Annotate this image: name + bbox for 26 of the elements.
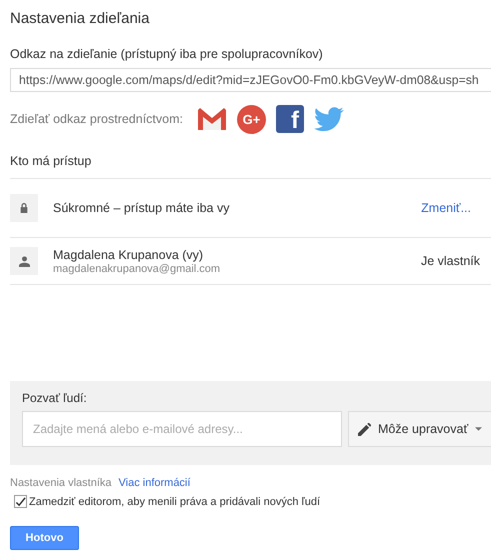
change-link[interactable]: Zmeniť...: [421, 201, 471, 215]
role-text: Je vlastník: [420, 254, 480, 268]
permission-dropdown[interactable]: Môže upravovať: [348, 411, 491, 447]
person-icon: [10, 247, 38, 275]
access-title: Súkromné – prístup máte iba vy: [53, 201, 230, 215]
access-title: Magdalena Krupanova (vy): [53, 248, 204, 262]
invite-label: Pozvať ľudí:: [22, 391, 88, 405]
option-label: Zamedziť editorom, aby menili práva a pridávali nových ľudí: [29, 496, 320, 508]
link-field[interactable]: https://www.google.com/maps/d/edit?mid=zJEGovO0-Fm0.kbGVeyW-dm08&usp=sh: [10, 68, 491, 92]
google-plus-icon[interactable]: G+: [237, 104, 266, 134]
facebook-icon[interactable]: f: [276, 105, 304, 133]
pencil-icon: [358, 422, 371, 436]
dialog-title: Nastavenia zdieľania: [10, 10, 150, 29]
bird-icon[interactable]: [314, 106, 344, 132]
share-label: Zdieľať odkaz prostredníctvom:: [10, 112, 183, 126]
done-button[interactable]: Hotovo: [10, 526, 79, 550]
checkbox[interactable]: [14, 495, 27, 508]
email-text: magdalenakrupanova@gmail.com: [53, 262, 222, 274]
invite-field[interactable]: Zadajte mená alebo e-mailové adresy...: [22, 411, 342, 447]
caret-icon: [475, 427, 482, 431]
link-label: Odkaz na zdieľanie (prístupný iba pre spolupracovníkov): [10, 47, 324, 61]
more-info-link[interactable]: Viac informácií: [118, 477, 190, 489]
owner-settings-label: Nastavenia vlastníka: [10, 477, 112, 489]
section-heading: Kto má prístup: [10, 154, 491, 179]
mail-icon[interactable]: [197, 107, 227, 131]
lock-icon: [10, 194, 38, 222]
